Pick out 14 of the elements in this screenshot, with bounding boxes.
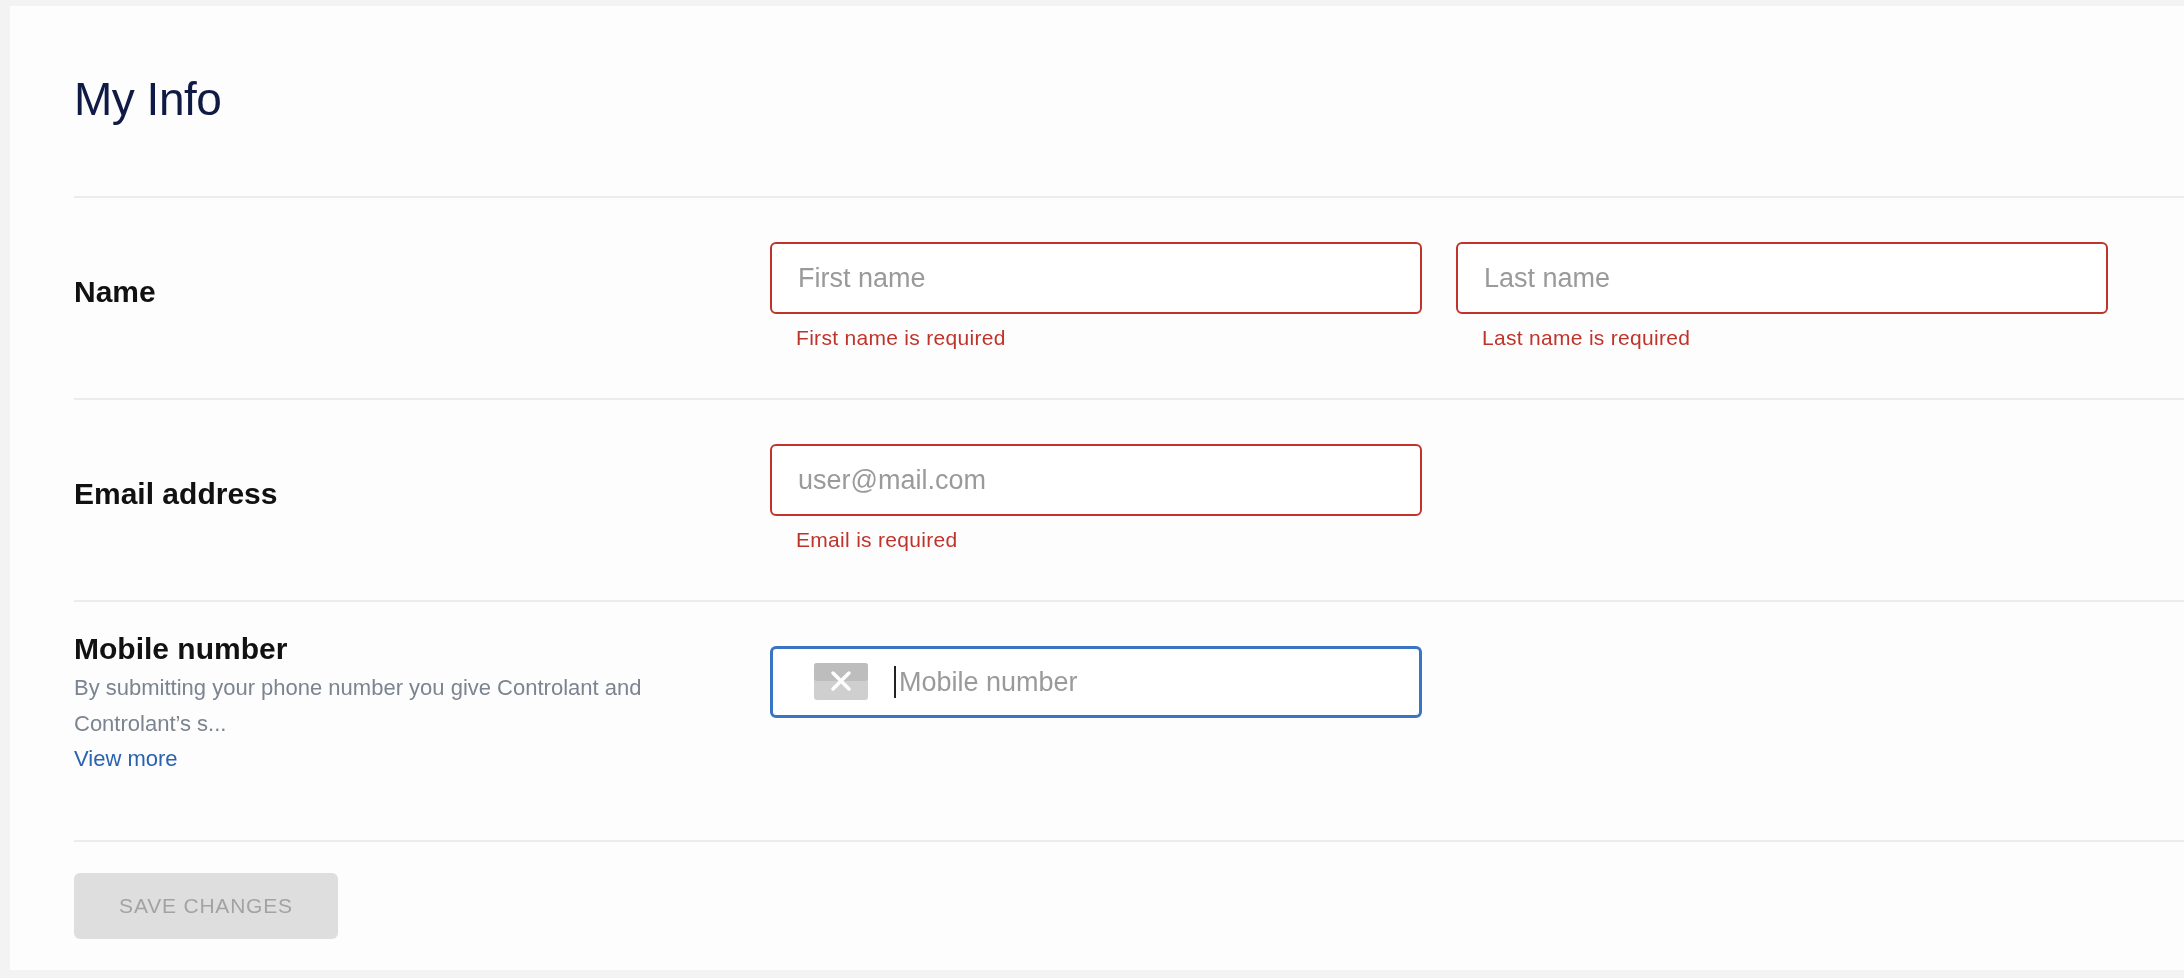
field-label: Email address [74, 477, 279, 511]
error-message: Last name is required [1482, 326, 1691, 350]
input-field[interactable]: user@mail.com [770, 444, 1422, 516]
error-message: Email is required [796, 528, 958, 552]
error-message: First name is required [796, 326, 1006, 350]
text-cursor [894, 666, 896, 698]
view-more-link[interactable]: View more [74, 746, 178, 772]
field-label: Mobile number [74, 632, 289, 666]
field-label: Name [74, 275, 157, 309]
input-field[interactable]: First name [770, 242, 1422, 314]
field-description: By submitting your phone number you give Controlant and Controlant’s s... [74, 674, 643, 738]
input-field[interactable]: Last name [1456, 242, 2108, 314]
input-field[interactable]: Mobile number [770, 646, 1422, 718]
flag-icon[interactable] [814, 663, 868, 700]
